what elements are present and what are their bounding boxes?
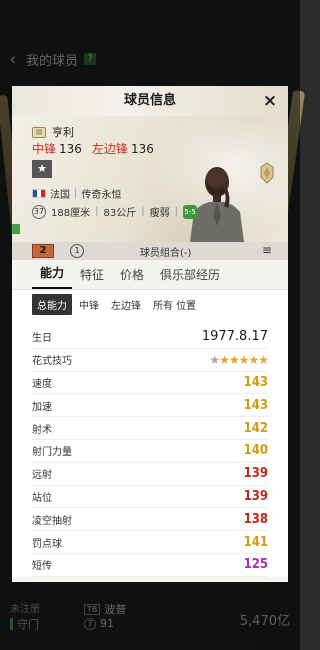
position-item: 中锋 136: [32, 140, 82, 157]
player-age: 37: [32, 204, 46, 219]
player-card: ▤ 亨利 中锋 136 左边锋 136 ★ 法国 | 传奇永恒 37 188厘米…: [12, 116, 288, 242]
ability-subtabs: 总能力 中锋 左边锋 所有 位置: [12, 290, 288, 318]
player-name: 亨利: [52, 126, 74, 139]
stat-row: 罚点球 141: [32, 531, 268, 554]
stat-label: 凌空抽射: [32, 515, 72, 527]
player-season: 传奇永恒: [81, 190, 122, 201]
modal-header: 球员信息 ×: [12, 86, 288, 116]
player-positions: 中锋 136 左边锋 136: [32, 140, 154, 157]
menu-icon[interactable]: ≡: [262, 243, 272, 257]
tab-traits[interactable]: 特征: [72, 266, 112, 289]
subtab-left-wing[interactable]: 左边锋: [106, 294, 146, 315]
stat-label: 射门力量: [32, 447, 72, 459]
stat-value: 125: [243, 557, 268, 573]
stat-row: 加速 143: [32, 394, 268, 418]
star-filled-icon: ★: [238, 352, 250, 367]
stat-row: 远射 139: [32, 463, 268, 486]
stat-label: 花式技巧: [32, 356, 72, 368]
star-filled-icon: ★: [228, 352, 240, 367]
subtab-all-positions[interactable]: 所有 位置: [148, 294, 201, 315]
stat-value: 143: [243, 374, 268, 390]
player-physical-row: 37 188厘米 | 83公斤 | 瘦弱 | 5-5: [32, 204, 197, 219]
enhance-level-badge: 2: [32, 244, 54, 258]
birthday-value: 1977.8.17: [201, 329, 268, 345]
stat-row: 射术 142: [32, 417, 268, 440]
stat-row: 站位 139: [32, 486, 268, 509]
position-label: 左边锋: [91, 142, 128, 156]
subtab-striker[interactable]: 中锋: [74, 294, 104, 315]
stat-label: 罚点球: [32, 538, 62, 550]
player-combo-label: 球员组合(-): [140, 247, 192, 259]
stat-row: 凌空抽射 138: [32, 508, 268, 532]
tab-club-history[interactable]: 俱乐部经历: [152, 266, 228, 289]
stat-value: 140: [243, 443, 268, 459]
stat-label: 速度: [32, 378, 52, 390]
stat-label: 加速: [32, 401, 52, 413]
position-label: 中锋: [32, 142, 57, 156]
stat-label: 生日: [32, 333, 52, 345]
stat-value: 141: [243, 534, 268, 550]
info-tabs: 能力 特征 价格 俱乐部经历: [12, 260, 288, 290]
player-nation: 法国: [50, 190, 70, 201]
position-item: 左边锋 136: [92, 140, 154, 157]
player-portrait: [190, 167, 244, 242]
close-button[interactable]: ×: [260, 86, 280, 116]
position-rating: 136: [130, 142, 154, 156]
stat-value: 139: [243, 466, 268, 482]
stat-row: 短传 125: [32, 554, 268, 577]
star-empty-icon: ★: [209, 352, 220, 367]
player-origin-row: 法国 | 传奇永恒: [32, 186, 121, 201]
player-level-icon: 1: [70, 244, 84, 258]
stat-label: 站位: [32, 492, 52, 504]
player-name-row: ▤ 亨利: [32, 124, 74, 140]
star-filled-icon: ★: [219, 352, 230, 367]
stat-label: 远射: [32, 470, 52, 482]
stat-row: 射门力量 140: [32, 440, 268, 463]
player-info-modal: 球员信息 × ▤ 亨利 中锋 136 左边锋 136 ★ 法国 | 传奇永恒 3…: [12, 86, 288, 582]
stats-list[interactable]: 生日 1977.8.17 花式技巧 ★★★★★★ 速度 143 加速 143 射术 142…: [12, 318, 288, 577]
modal-title: 球员信息: [123, 93, 176, 108]
star-filled-icon: ★: [258, 352, 269, 367]
tab-ability[interactable]: 能力: [32, 264, 73, 289]
player-weight: 83公斤: [103, 208, 137, 219]
subtab-overall[interactable]: 总能力: [32, 293, 72, 315]
skill-stars: ★★★★★★: [209, 352, 269, 367]
star-filled-icon: ★: [248, 352, 259, 367]
stat-value: 138: [243, 511, 268, 527]
card-type-icon: ▤: [32, 126, 46, 138]
stat-value: 139: [243, 488, 268, 504]
stat-value: 142: [243, 420, 268, 436]
position-stripe: [12, 224, 20, 234]
stat-label: 射术: [32, 424, 52, 436]
player-build: 瘦弱: [149, 208, 170, 219]
france-flag-icon: [32, 189, 46, 198]
stat-row-birthday: 生日 1977.8.17: [32, 326, 268, 349]
stat-label: 短传: [32, 561, 52, 573]
team-row: 2 1 球员组合(-) ≡: [12, 242, 288, 260]
favorite-star-icon[interactable]: ★: [32, 160, 52, 178]
season-badge-icon: [260, 162, 274, 184]
tab-price[interactable]: 价格: [112, 266, 152, 289]
stat-row-skill-moves: 花式技巧 ★★★★★★: [32, 349, 269, 372]
position-rating: 136: [59, 142, 82, 156]
weak-foot-badge: 5-5: [182, 204, 197, 219]
stat-row: 速度 143: [32, 372, 268, 395]
player-height: 188厘米: [51, 208, 91, 219]
stat-value: 143: [243, 397, 268, 413]
